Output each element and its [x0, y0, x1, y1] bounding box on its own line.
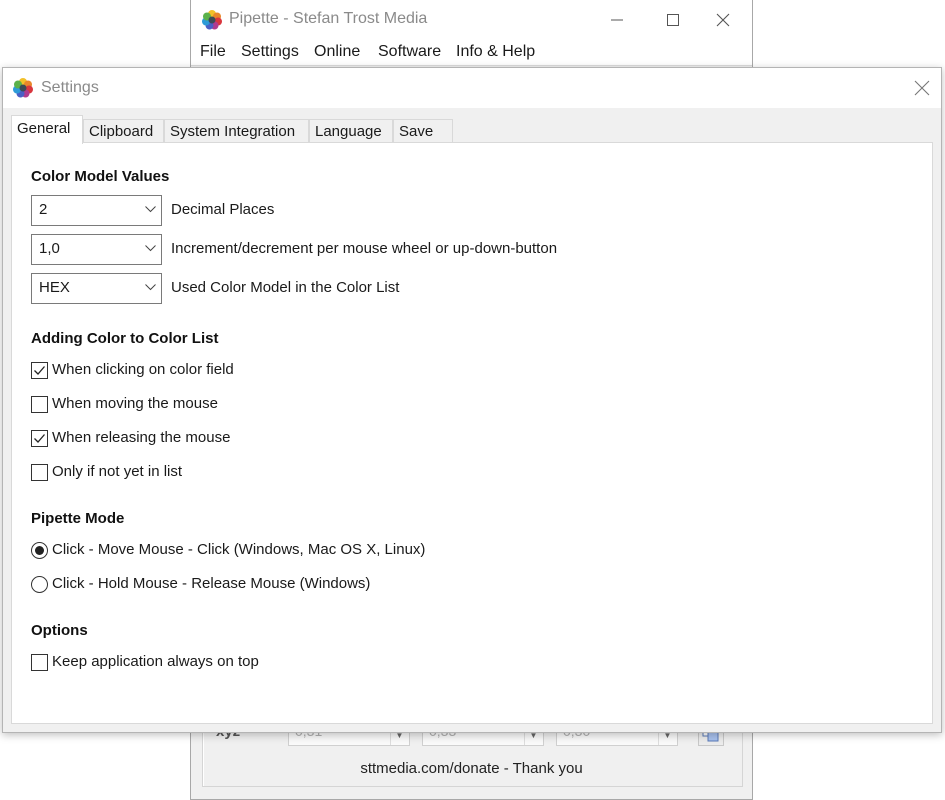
pipette-app-icon	[13, 78, 33, 98]
radio-button[interactable]	[31, 576, 48, 593]
main-title-bar: Pipette - Stefan Trost Media	[191, 0, 752, 40]
menu-online[interactable]: Online	[314, 43, 360, 61]
close-button[interactable]	[700, 6, 746, 34]
increment-select[interactable]: 1,0	[31, 234, 162, 265]
radio-label: Click - Hold Mouse - Release Mouse (Wind…	[52, 575, 371, 592]
adding-color-heading: Adding Color to Color List	[31, 330, 219, 347]
checkmark-icon	[34, 366, 45, 375]
checkbox[interactable]	[31, 430, 48, 447]
menu-bar: File Settings Online Software Info & Hel…	[191, 40, 752, 66]
increment-value: 1,0	[39, 240, 60, 257]
general-tab-panel: Color Model Values 2 Decimal Places 1,0 …	[11, 142, 933, 724]
decimal-places-label: Decimal Places	[171, 201, 275, 218]
tab-language[interactable]: Language	[309, 119, 393, 143]
tab-general[interactable]: General	[11, 115, 83, 144]
color-model-values-heading: Color Model Values	[31, 168, 170, 185]
menu-info-help[interactable]: Info & Help	[456, 43, 535, 61]
radio-button[interactable]	[31, 542, 48, 559]
menu-file[interactable]: File	[200, 43, 226, 61]
checkbox[interactable]	[31, 654, 48, 671]
menu-software[interactable]: Software	[378, 43, 441, 61]
color-model-label: Used Color Model in the Color List	[171, 279, 400, 296]
settings-title-bar: Settings	[3, 68, 941, 108]
checkbox-label: When releasing the mouse	[52, 429, 231, 446]
radio-selected-dot	[35, 546, 44, 555]
checkbox-label: When clicking on color field	[52, 361, 234, 378]
increment-label: Increment/decrement per mouse wheel or u…	[171, 240, 558, 257]
settings-close-button[interactable]	[907, 74, 937, 102]
radio-label: Click - Move Mouse - Click (Windows, Mac…	[52, 541, 426, 558]
pipette-app-icon	[202, 10, 222, 30]
close-icon	[914, 80, 930, 96]
pipette-mode-heading: Pipette Mode	[31, 510, 125, 527]
options-heading: Options	[31, 622, 88, 639]
checkbox[interactable]	[31, 464, 48, 481]
chevron-down-icon	[145, 206, 156, 213]
checkbox[interactable]	[31, 362, 48, 379]
checkbox-label: When moving the mouse	[52, 395, 218, 412]
tab-save[interactable]: Save	[393, 119, 453, 143]
color-model-select[interactable]: HEX	[31, 273, 162, 304]
checkmark-icon	[34, 434, 45, 443]
chevron-down-icon	[145, 245, 156, 252]
decimal-places-select[interactable]: 2	[31, 195, 162, 226]
close-icon	[716, 13, 730, 27]
color-model-value: HEX	[39, 279, 70, 296]
minimize-button[interactable]	[594, 6, 640, 34]
main-window-title: Pipette - Stefan Trost Media	[229, 10, 428, 27]
tab-system-integration[interactable]: System Integration	[164, 119, 309, 143]
checkbox[interactable]	[31, 396, 48, 413]
donate-link[interactable]: sttmedia.com/donate - Thank you	[191, 760, 752, 777]
checkbox-label: Keep application always on top	[52, 653, 259, 670]
menu-settings[interactable]: Settings	[241, 43, 299, 61]
settings-title: Settings	[41, 79, 99, 96]
tab-clipboard[interactable]: Clipboard	[83, 119, 164, 143]
chevron-down-icon	[145, 284, 156, 291]
maximize-icon	[667, 14, 679, 26]
minimize-icon	[611, 19, 623, 21]
checkbox-label: Only if not yet in list	[52, 463, 183, 480]
settings-dialog: Settings General Clipboard System Integr…	[2, 67, 942, 733]
decimal-places-value: 2	[39, 201, 48, 218]
maximize-button[interactable]	[650, 6, 696, 34]
